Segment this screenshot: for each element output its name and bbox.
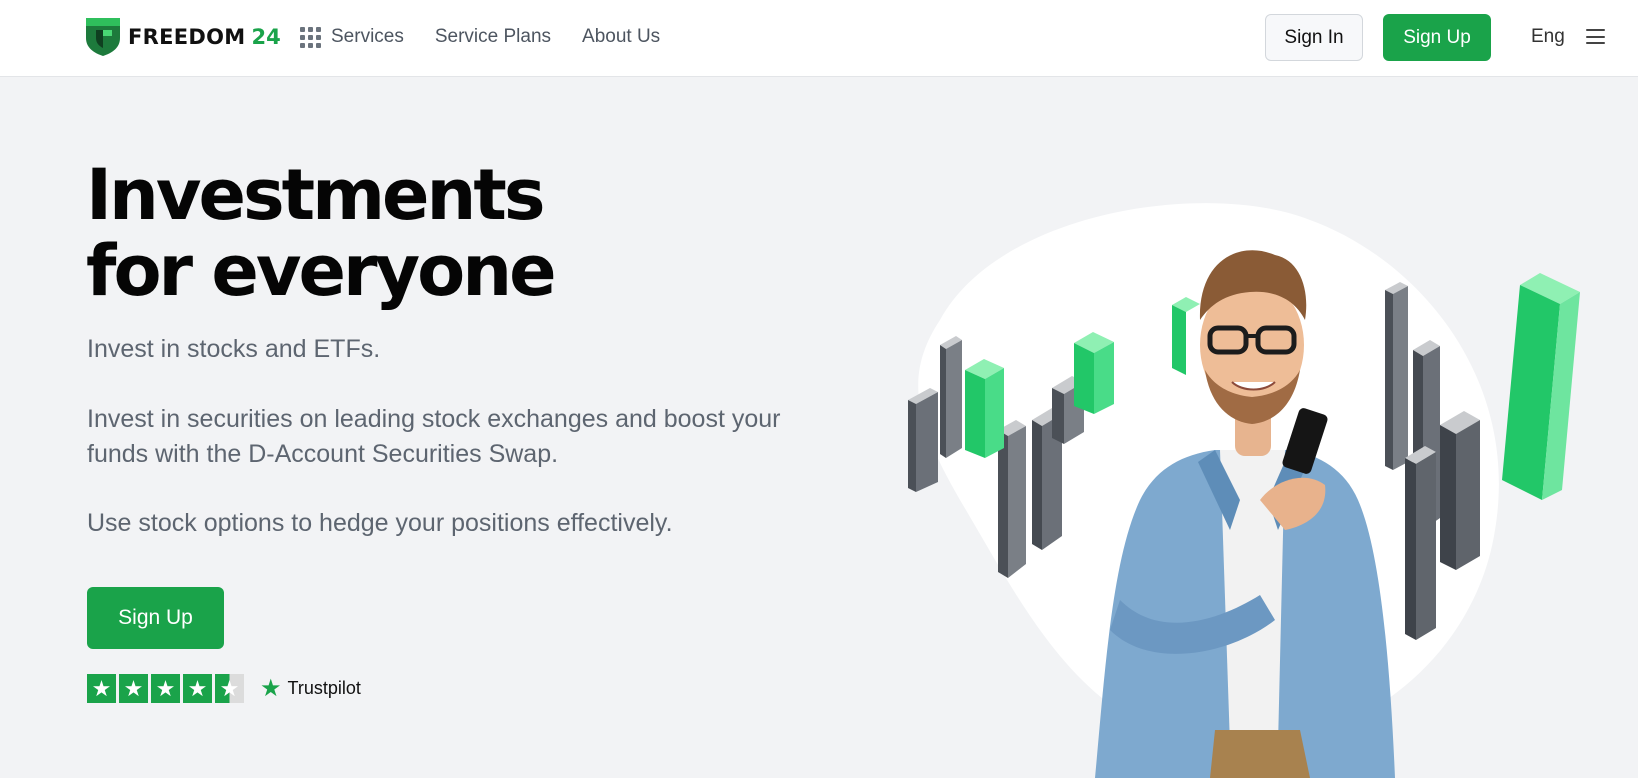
green-candle-right xyxy=(1502,273,1580,500)
hero-title: Investments for everyone xyxy=(86,154,557,312)
star-icon: ★ xyxy=(183,674,212,703)
hero-title-line1: Investments xyxy=(86,154,545,236)
hamburger-icon[interactable] xyxy=(1586,29,1605,44)
star-icon: ★ xyxy=(119,674,148,703)
site-header: FREEDOM 24 Services Service Plans About … xyxy=(0,0,1638,77)
sign-up-button[interactable]: Sign Up xyxy=(1383,14,1491,61)
hero-illustration xyxy=(908,203,1580,778)
star-icon: ★ xyxy=(151,674,180,703)
nav-service-plans[interactable]: Service Plans xyxy=(435,26,551,48)
hero-paragraph-3: Use stock options to hedge your position… xyxy=(87,509,673,537)
main-nav: Services Service Plans About Us xyxy=(300,0,691,74)
trustpilot-rating[interactable]: ★ ★ ★ ★ ★ xyxy=(87,674,244,703)
logo-number: 24 xyxy=(251,25,281,49)
freedom24-logo[interactable]: FREEDOM 24 xyxy=(86,18,281,56)
hero-paragraph-1: Invest in stocks and ETFs. xyxy=(87,335,381,363)
nav-services-label: Services xyxy=(331,26,404,47)
half-star-icon: ★ xyxy=(215,674,244,703)
shield-logo-icon xyxy=(86,18,120,56)
hero-title-line2: for everyone xyxy=(86,230,557,312)
language-selector[interactable]: Eng xyxy=(1531,26,1565,48)
grid-icon xyxy=(300,26,321,48)
hero-paragraph-2: Invest in securities on leading stock ex… xyxy=(87,405,781,468)
trustpilot-link[interactable]: ★ Trustpilot xyxy=(260,674,361,702)
star-icon: ★ xyxy=(87,674,116,703)
nav-services[interactable]: Services xyxy=(300,26,404,48)
logo-word: FREEDOM xyxy=(128,25,246,49)
nav-about-us[interactable]: About Us xyxy=(582,26,660,48)
sign-in-button[interactable]: Sign In xyxy=(1265,14,1363,61)
trustpilot-star-icon: ★ xyxy=(260,674,282,702)
hero-sign-up-button[interactable]: Sign Up xyxy=(87,587,224,649)
trustpilot-label: Trustpilot xyxy=(287,678,361,698)
